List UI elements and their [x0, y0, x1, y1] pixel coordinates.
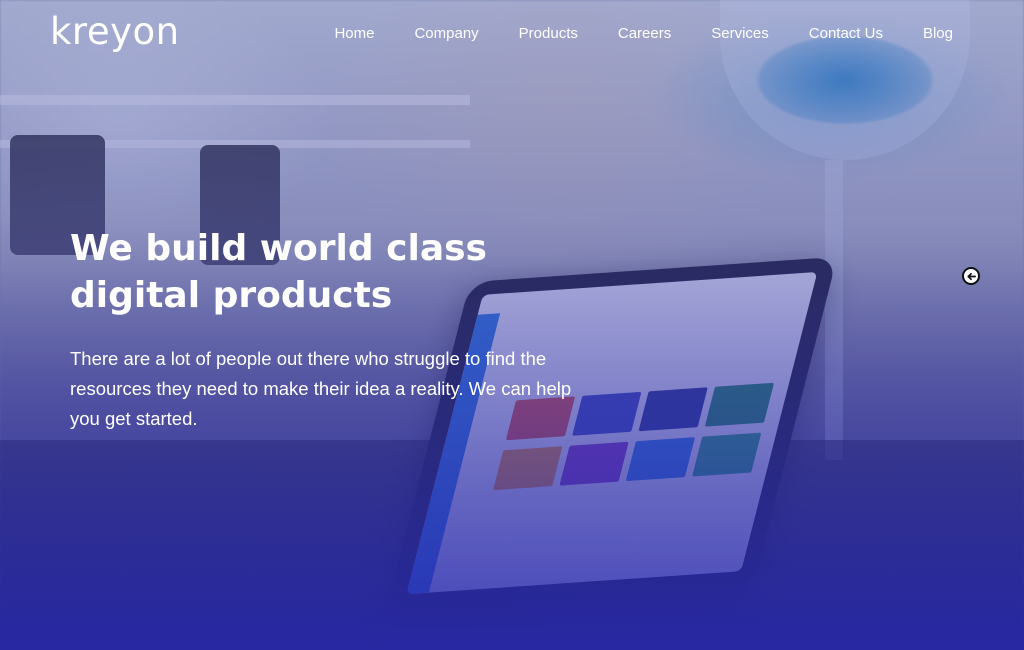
nav-link-blog[interactable]: Blog: [903, 25, 953, 42]
main-nav: Home Company Products Careers Services C…: [314, 25, 953, 42]
nav-link-contact[interactable]: Contact Us: [789, 25, 903, 42]
color-overlay: [0, 0, 1024, 650]
brand-logo[interactable]: kreyon: [50, 10, 180, 53]
nav-item-blog: Blog: [903, 25, 953, 42]
nav-item-products: Products: [499, 25, 598, 42]
nav-item-services: Services: [691, 25, 789, 42]
hero-headline-line1: We build world class: [70, 228, 487, 269]
nav-item-home: Home: [314, 25, 394, 42]
slider-prev-button[interactable]: [962, 267, 980, 285]
hero-description: There are a lot of people out there who …: [70, 348, 572, 429]
hero-headline-line2: digital products: [70, 275, 393, 316]
hero-section: kreyon Home Company Products Careers Ser…: [0, 0, 1024, 650]
nav-link-company[interactable]: Company: [394, 25, 498, 42]
nav-item-company: Company: [394, 25, 498, 42]
circle-arrow-left-icon: [966, 272, 976, 280]
nav-link-home[interactable]: Home: [314, 25, 394, 42]
nav-item-contact: Contact Us: [789, 25, 903, 42]
nav-item-careers: Careers: [598, 25, 691, 42]
nav-link-services[interactable]: Services: [691, 25, 789, 42]
hero-headline: We build world class digital products: [70, 225, 570, 319]
nav-link-products[interactable]: Products: [499, 25, 598, 42]
nav-link-careers[interactable]: Careers: [598, 25, 691, 42]
